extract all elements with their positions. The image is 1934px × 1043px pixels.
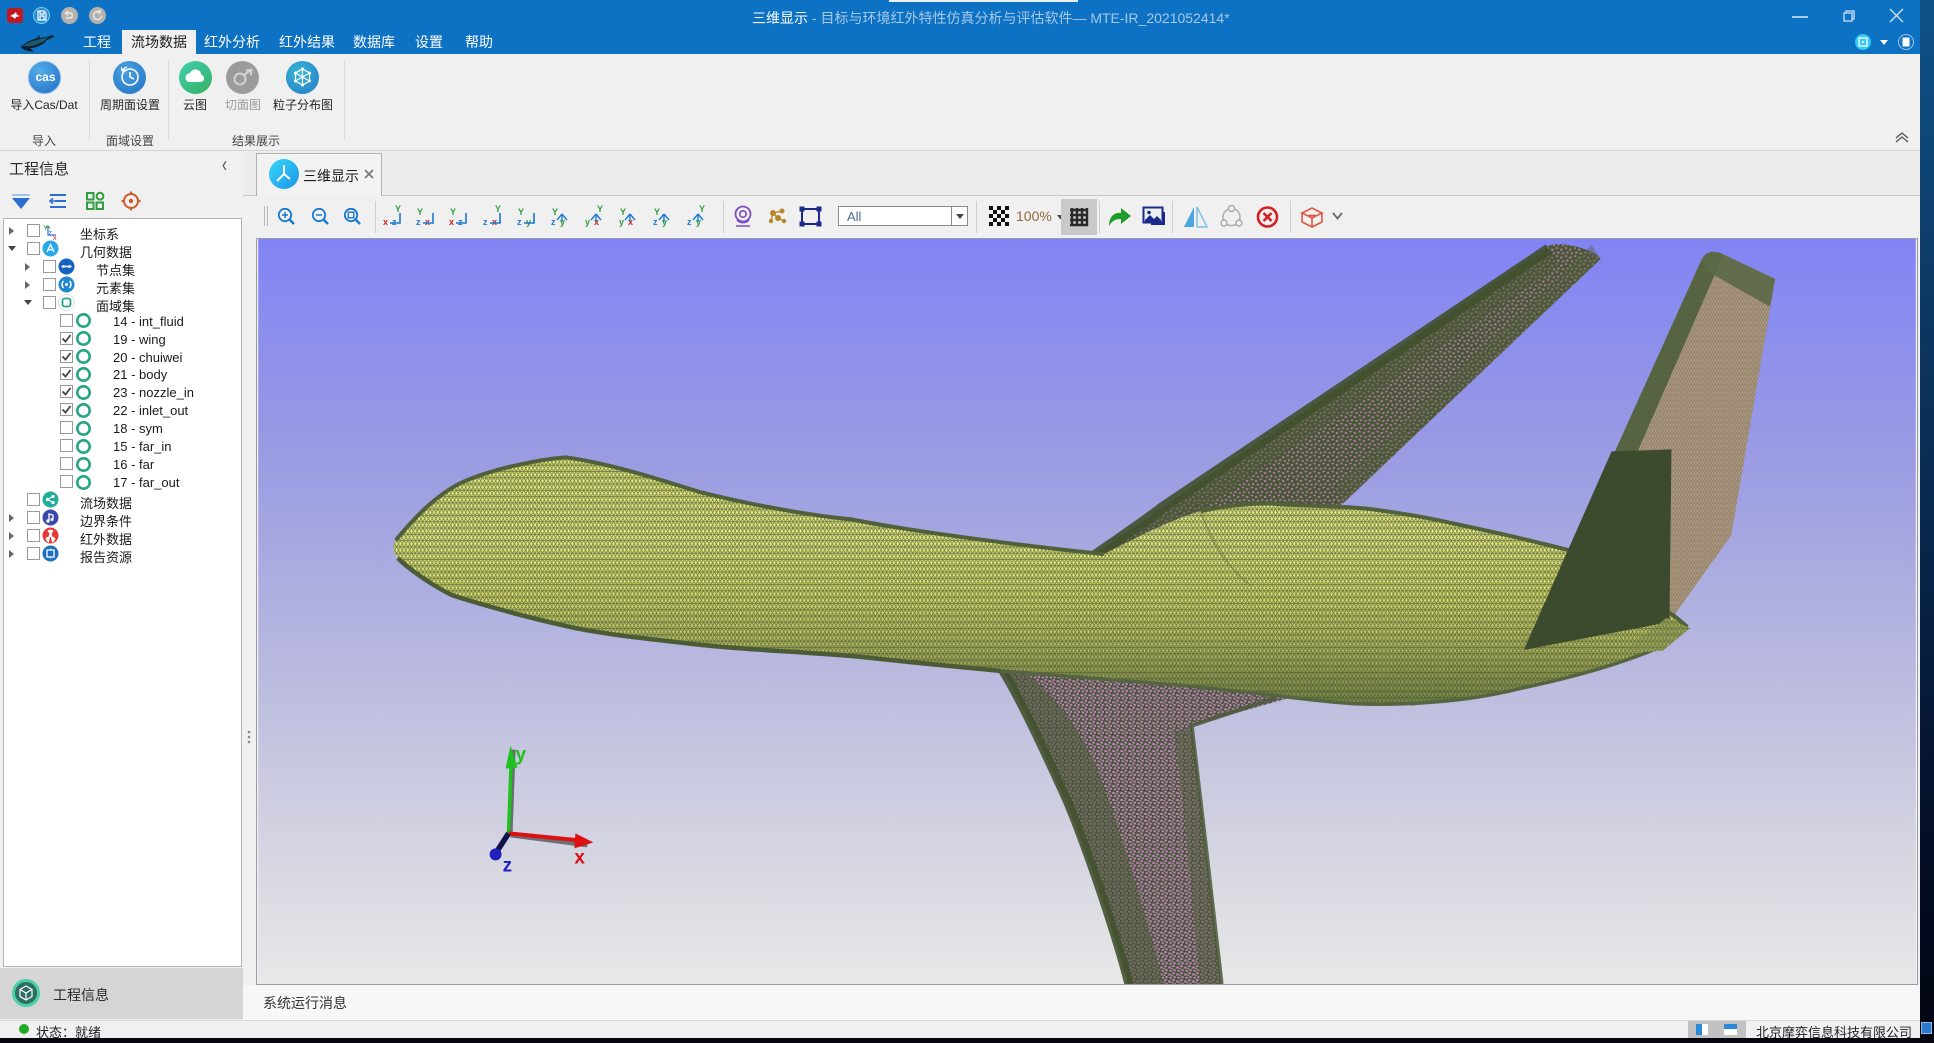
- svg-text:Y: Y: [417, 207, 423, 217]
- svg-text:Y: Y: [395, 204, 401, 214]
- svg-text:y: y: [585, 217, 590, 227]
- svg-text:Y: Y: [654, 207, 660, 217]
- svg-text:z: z: [551, 217, 556, 227]
- svg-text:Y: Y: [518, 207, 524, 217]
- svg-text:x: x: [574, 847, 585, 868]
- svg-text:x: x: [492, 217, 497, 227]
- svg-text:y: y: [526, 217, 531, 227]
- svg-text:y: y: [619, 217, 624, 227]
- svg-text:z: z: [517, 217, 522, 227]
- svg-text:z: z: [49, 230, 53, 237]
- svg-text:Y: Y: [597, 204, 603, 214]
- svg-text:y: y: [516, 745, 527, 766]
- svg-text:Y: Y: [620, 207, 626, 217]
- svg-text:z: z: [687, 217, 692, 227]
- svg-text:Y: Y: [43, 225, 48, 232]
- svg-text:x: x: [53, 235, 57, 240]
- svg-text:z: z: [503, 855, 512, 876]
- svg-text:Y: Y: [552, 207, 558, 217]
- svg-text:z: z: [416, 217, 421, 227]
- svg-text:x: x: [383, 217, 388, 227]
- svg-text:x: x: [449, 217, 454, 227]
- svg-text:z: z: [458, 217, 463, 227]
- svg-text:x: x: [425, 217, 430, 227]
- svg-text:z: z: [653, 217, 658, 227]
- svg-text:Y: Y: [450, 207, 456, 217]
- svg-text:z: z: [483, 217, 488, 227]
- svg-text:Y: Y: [699, 204, 705, 214]
- svg-text:z: z: [392, 217, 397, 227]
- svg-text:Y: Y: [495, 204, 501, 214]
